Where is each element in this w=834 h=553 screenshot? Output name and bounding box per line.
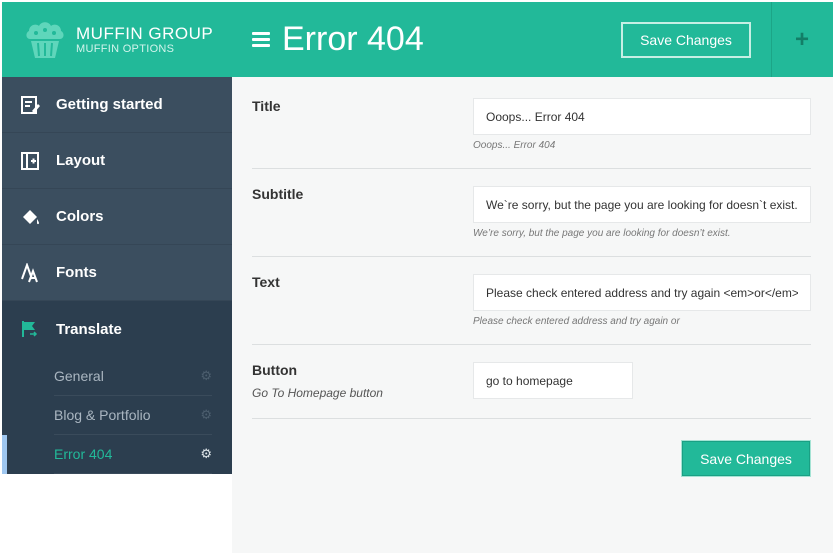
- subnav-item-label: Error 404: [54, 446, 113, 462]
- gear-icon: ⚙: [200, 368, 212, 383]
- sidebar-item-fonts[interactable]: Fonts: [2, 245, 232, 301]
- field-row-title: Title Ooops... Error 404: [252, 77, 811, 169]
- header-divider: [771, 2, 772, 77]
- edit-icon: [19, 94, 41, 116]
- brand-header: MUFFIN GROUP MUFFIN OPTIONS: [2, 2, 232, 77]
- sidebar-item-label: Colors: [56, 208, 104, 225]
- text-input[interactable]: [473, 274, 811, 311]
- flag-icon: [19, 318, 41, 340]
- sidebar-item-colors[interactable]: Colors: [2, 189, 232, 245]
- gear-icon: ⚙: [200, 446, 212, 461]
- field-hint: We’re sorry, but the page you are lookin…: [473, 228, 731, 239]
- gear-icon: ⚙: [200, 407, 212, 422]
- brand-subtitle: MUFFIN OPTIONS: [76, 42, 175, 55]
- save-changes-button-footer[interactable]: Save Changes: [682, 441, 810, 476]
- add-icon[interactable]: +: [788, 22, 816, 58]
- paint-bucket-icon: [19, 206, 41, 228]
- active-marker: [2, 435, 7, 474]
- subnav-item-label: Blog & Portfolio: [54, 407, 151, 423]
- field-sublabel: Go To Homepage button: [252, 386, 383, 400]
- fonts-icon: [19, 262, 41, 284]
- save-changes-button[interactable]: Save Changes: [621, 22, 751, 58]
- field-hint: Please check entered address and try aga…: [473, 316, 680, 327]
- button-text-input[interactable]: [473, 362, 633, 399]
- field-row-button: Button Go To Homepage button: [252, 345, 811, 419]
- page-header: Error 404 Save Changes +: [232, 2, 833, 77]
- field-label: Title: [252, 98, 281, 114]
- field-hint: Ooops... Error 404: [473, 140, 556, 151]
- field-label: Subtitle: [252, 186, 304, 202]
- page-title: Error 404: [282, 20, 424, 58]
- field-label: Button: [252, 362, 298, 378]
- subnav-item-label: General: [54, 368, 104, 384]
- sidebar: MUFFIN GROUP MUFFIN OPTIONS Getting star…: [2, 2, 232, 474]
- sidebar-item-label: Getting started: [56, 96, 163, 113]
- subnav-item-error-404[interactable]: Error 404 ⚙: [54, 435, 212, 474]
- translate-submenu: General ⚙ Blog & Portfolio ⚙ Error 404 ⚙: [2, 357, 232, 474]
- brand-name: MUFFIN GROUP: [76, 23, 214, 43]
- options-panel: Title Ooops... Error 404 Subtitle We’re …: [232, 77, 833, 553]
- sidebar-item-layout[interactable]: Layout: [2, 133, 232, 189]
- sidebar-item-label: Fonts: [56, 264, 97, 281]
- menu-icon[interactable]: [252, 32, 270, 47]
- sidebar-item-label: Layout: [56, 152, 106, 169]
- field-label: Text: [252, 274, 280, 290]
- title-input[interactable]: [473, 98, 811, 135]
- layout-icon: [19, 150, 41, 172]
- subnav-item-general[interactable]: General ⚙: [54, 357, 212, 396]
- subtitle-input[interactable]: [473, 186, 811, 223]
- sidebar-item-translate[interactable]: Translate: [2, 301, 232, 357]
- muffin-logo-icon: [20, 18, 70, 62]
- sidebar-item-getting-started[interactable]: Getting started: [2, 77, 232, 133]
- subnav-item-blog-portfolio[interactable]: Blog & Portfolio ⚙: [54, 396, 212, 435]
- field-row-subtitle: Subtitle We’re sorry, but the page you a…: [252, 169, 811, 257]
- sidebar-item-label: Translate: [56, 320, 122, 338]
- field-row-text: Text Please check entered address and tr…: [252, 257, 811, 345]
